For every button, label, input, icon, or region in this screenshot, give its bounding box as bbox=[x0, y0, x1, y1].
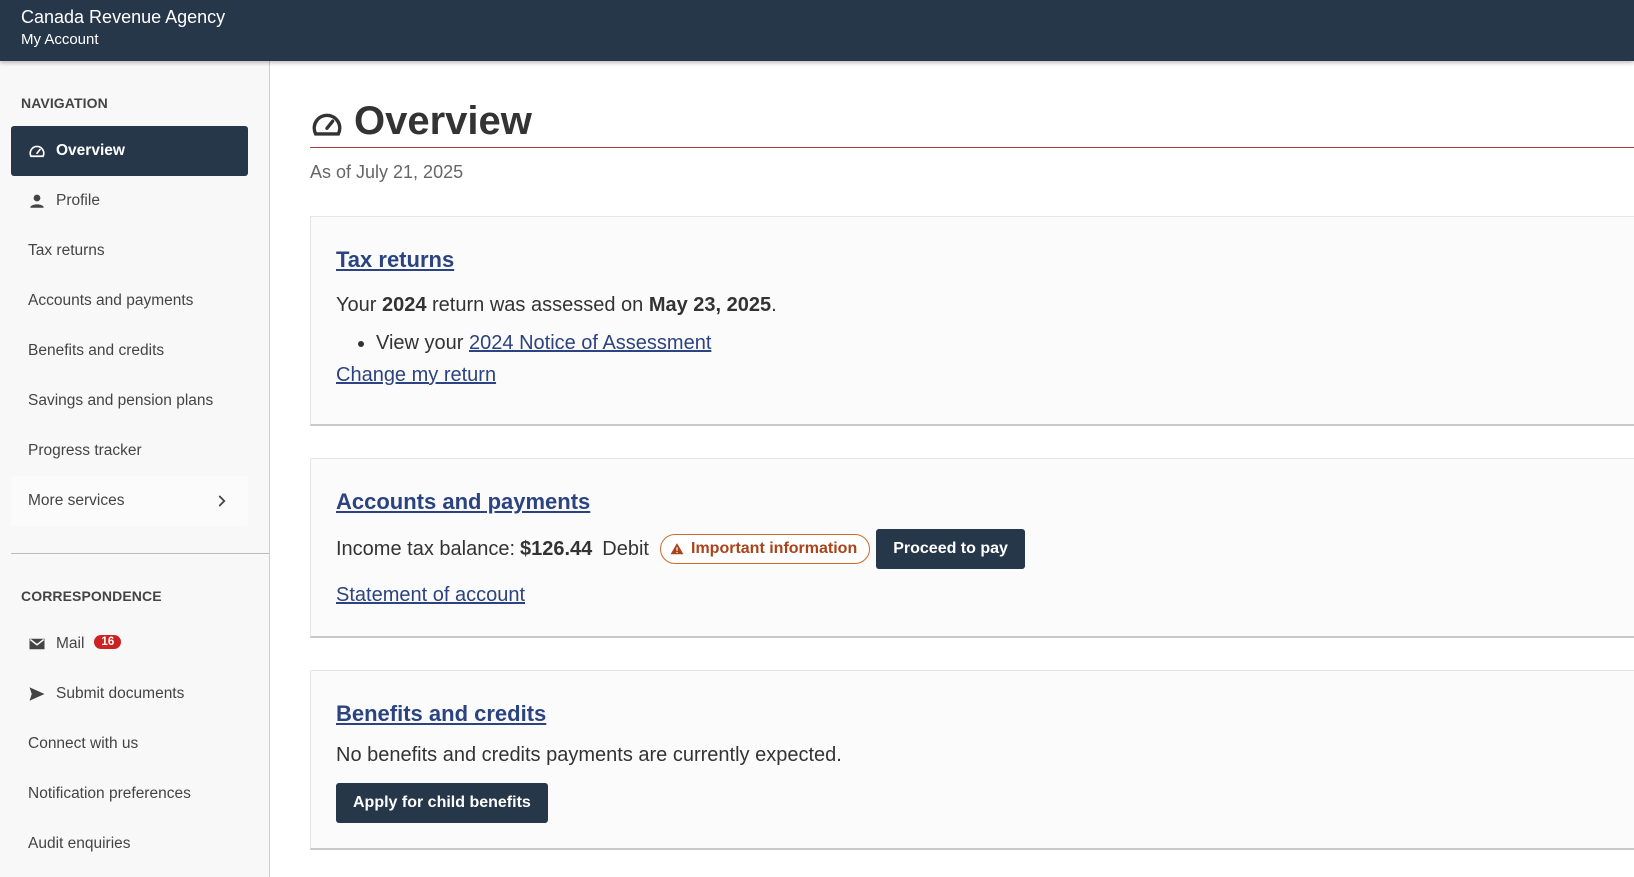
assessment-text-part: Your bbox=[336, 294, 382, 316]
important-information-label: Important information bbox=[691, 540, 858, 557]
site-header: Canada Revenue Agency My Account bbox=[0, 0, 1634, 61]
page-title: Overview bbox=[310, 99, 1634, 148]
gauge-icon bbox=[28, 142, 46, 160]
person-icon bbox=[28, 192, 46, 210]
sidebar-item-label: Submit documents bbox=[56, 685, 185, 702]
sidebar-item-connect[interactable]: Connect with us bbox=[11, 719, 248, 769]
statement-of-account-link[interactable]: Statement of account bbox=[336, 584, 525, 606]
assessment-text-part: return was assessed on bbox=[426, 294, 649, 316]
tax-returns-list: View your 2024 Notice of Assessment bbox=[336, 329, 1609, 357]
navigation-heading: NAVIGATION bbox=[21, 95, 108, 111]
assessment-date: May 23, 2025 bbox=[648, 294, 772, 316]
sidebar-item-label: Profile bbox=[56, 192, 100, 209]
list-item: View your 2024 Notice of Assessment bbox=[376, 329, 1609, 357]
sidebar-item-label: Tax returns bbox=[28, 242, 105, 259]
mail-count-badge: 16 bbox=[94, 635, 122, 649]
sidebar-item-label: Overview bbox=[56, 142, 125, 159]
notice-of-assessment-link[interactable]: 2024 Notice of Assessment bbox=[469, 332, 711, 354]
correspondence-heading: CORRESPONDENCE bbox=[21, 588, 162, 604]
balance-label: Income tax balance: bbox=[336, 537, 515, 560]
sidebar-item-progress-tracker[interactable]: Progress tracker bbox=[11, 426, 248, 476]
sidebar-item-label: Notification preferences bbox=[28, 785, 191, 802]
accounts-payments-title-link[interactable]: Accounts and payments bbox=[336, 487, 590, 517]
proceed-to-pay-button[interactable]: Proceed to pay bbox=[876, 529, 1025, 569]
chevron-right-icon bbox=[213, 492, 231, 510]
sidebar-item-label: Accounts and payments bbox=[28, 292, 194, 309]
sidebar-item-profile[interactable]: Profile bbox=[11, 176, 248, 226]
assessment-text: Your 2024 return was assessed on May 23,… bbox=[336, 291, 1609, 319]
tax-returns-title-link[interactable]: Tax returns bbox=[336, 245, 454, 275]
sidebar-item-label: Benefits and credits bbox=[28, 342, 165, 359]
benefits-credits-title-link[interactable]: Benefits and credits bbox=[336, 699, 546, 729]
sidebar: NAVIGATION Overview Profile Tax returns … bbox=[0, 61, 270, 877]
tax-returns-card: Tax returns Your 2024 return was assesse… bbox=[310, 216, 1634, 426]
balance-type: Debit bbox=[602, 537, 649, 560]
sidebar-divider bbox=[11, 553, 269, 554]
sidebar-item-label: More services bbox=[28, 492, 125, 509]
sidebar-item-accounts-payments[interactable]: Accounts and payments bbox=[11, 276, 248, 326]
sidebar-item-more-services[interactable]: More services bbox=[11, 476, 248, 526]
sidebar-item-savings-pension[interactable]: Savings and pension plans bbox=[11, 376, 248, 426]
assessment-text-part: . bbox=[771, 294, 777, 316]
agency-name: Canada Revenue Agency bbox=[21, 7, 226, 27]
as-of-date: As of July 21, 2025 bbox=[310, 162, 464, 182]
sidebar-item-audit-enquiries[interactable]: Audit enquiries bbox=[11, 819, 248, 869]
sidebar-item-notification-preferences[interactable]: Notification preferences bbox=[11, 769, 248, 819]
sidebar-item-submit-documents[interactable]: Submit documents bbox=[11, 669, 248, 719]
assessment-year: 2024 bbox=[381, 294, 427, 316]
list-item-prefix: View your bbox=[376, 332, 470, 354]
change-my-return-link[interactable]: Change my return bbox=[336, 364, 496, 386]
page-layout: NAVIGATION Overview Profile Tax returns … bbox=[0, 61, 1634, 877]
send-icon bbox=[28, 685, 46, 703]
sidebar-item-tax-returns[interactable]: Tax returns bbox=[11, 226, 248, 276]
balance-row: Income tax balance: $126.44 Debit Import… bbox=[336, 529, 1609, 569]
sidebar-item-label: Progress tracker bbox=[28, 442, 142, 459]
gauge-icon bbox=[312, 113, 342, 136]
apply-child-benefits-button[interactable]: Apply for child benefits bbox=[336, 783, 548, 823]
account-label: My Account bbox=[21, 31, 99, 48]
sidebar-item-mail[interactable]: Mail 16 bbox=[11, 619, 248, 669]
sidebar-item-overview[interactable]: Overview bbox=[11, 126, 248, 176]
warning-icon bbox=[670, 543, 684, 555]
page-title-text: Overview bbox=[354, 98, 532, 143]
accounts-payments-card: Accounts and payments Income tax balance… bbox=[310, 458, 1634, 638]
benefits-credits-card: Benefits and credits No benefits and cre… bbox=[310, 670, 1634, 850]
sidebar-item-benefits-credits[interactable]: Benefits and credits bbox=[11, 326, 248, 376]
main-content: Overview As of July 21, 2025 Tax returns… bbox=[270, 61, 1634, 877]
sidebar-item-label: Savings and pension plans bbox=[28, 392, 214, 409]
sidebar-item-label: Mail bbox=[56, 635, 85, 652]
envelope-icon bbox=[28, 635, 46, 653]
sidebar-item-label: Connect with us bbox=[28, 735, 139, 752]
balance-amount: $126.44 bbox=[520, 537, 593, 560]
sidebar-item-label: Audit enquiries bbox=[28, 835, 131, 852]
important-information-badge[interactable]: Important information bbox=[660, 534, 871, 564]
benefits-text: No benefits and credits payments are cur… bbox=[336, 744, 842, 766]
